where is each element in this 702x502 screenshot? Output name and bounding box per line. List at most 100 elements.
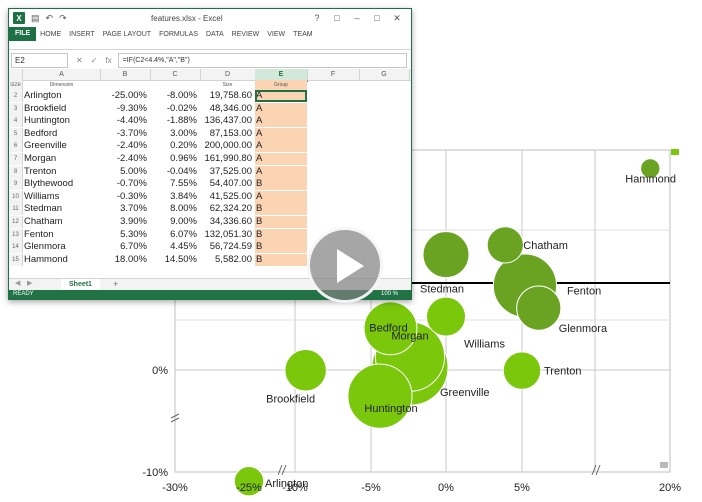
cell-d[interactable]: 200,000.00 bbox=[200, 140, 252, 152]
cell-b[interactable]: 3.90% bbox=[100, 216, 147, 228]
row-number[interactable]: size bbox=[9, 80, 23, 90]
cell-group[interactable]: B bbox=[255, 178, 307, 191]
cell-dimension[interactable]: Hammond bbox=[23, 254, 100, 266]
ribbon-tab-view[interactable]: VIEW bbox=[263, 31, 289, 38]
ribbon-tab-insert[interactable]: INSERT bbox=[65, 31, 99, 38]
cell-dimension[interactable]: Trenton bbox=[23, 166, 100, 178]
cell-d[interactable]: 37,525.00 bbox=[200, 166, 252, 178]
header-cell-e[interactable]: Group bbox=[255, 80, 307, 90]
cell-d[interactable]: 132,051.30 bbox=[200, 229, 252, 241]
row-number[interactable]: 10 bbox=[9, 190, 23, 203]
cell-dimension[interactable]: Stedman bbox=[23, 203, 100, 215]
header-cell-d[interactable]: Size bbox=[200, 80, 255, 90]
cell-b[interactable]: 6.70% bbox=[100, 241, 147, 253]
cell-d[interactable]: 62,324.20 bbox=[200, 203, 252, 215]
add-sheet-button[interactable]: + bbox=[113, 279, 118, 290]
cell-c[interactable]: 6.07% bbox=[150, 229, 197, 241]
cell-b[interactable]: -25.00% bbox=[100, 90, 147, 102]
cell-b[interactable]: -2.40% bbox=[100, 153, 147, 165]
column-header-b[interactable]: B bbox=[100, 69, 151, 80]
cell-b[interactable]: 3.70% bbox=[100, 203, 147, 215]
column-header-g[interactable]: G bbox=[359, 69, 410, 80]
ribbon-tab-home[interactable]: HOME bbox=[36, 31, 65, 38]
cell-group[interactable]: B bbox=[255, 203, 307, 216]
cell-b[interactable]: 5.30% bbox=[100, 229, 147, 241]
row-number[interactable]: 6 bbox=[9, 140, 23, 153]
minimize-icon[interactable]: – bbox=[347, 13, 367, 23]
cell-group[interactable]: A bbox=[255, 153, 307, 165]
cell-c[interactable]: 3.84% bbox=[150, 191, 197, 203]
cell-group[interactable]: B bbox=[255, 241, 307, 254]
row-number[interactable]: 8 bbox=[9, 165, 23, 178]
row-number[interactable]: 15 bbox=[9, 253, 23, 266]
cell-d[interactable]: 136,437.00 bbox=[200, 115, 252, 127]
ribbon-tab-page-layout[interactable]: PAGE LAYOUT bbox=[99, 31, 155, 38]
row-number[interactable]: 3 bbox=[9, 102, 23, 115]
cell-group[interactable]: A bbox=[255, 127, 307, 140]
formula-input[interactable]: =IF(C2<4.4%,"A","B") bbox=[117, 52, 407, 68]
cell-dimension[interactable]: Huntington bbox=[23, 115, 100, 127]
cell-c[interactable]: 0.96% bbox=[150, 153, 197, 165]
cell-d[interactable]: 41,525.00 bbox=[200, 191, 252, 203]
row-number[interactable]: 2 bbox=[9, 90, 23, 102]
enter-icon[interactable]: ✓ bbox=[91, 56, 98, 65]
row-number[interactable]: 11 bbox=[9, 203, 23, 216]
cell-dimension[interactable]: Fenton bbox=[23, 229, 100, 241]
cell-c[interactable]: -0.04% bbox=[150, 166, 197, 178]
cell-c[interactable]: -1.88% bbox=[150, 115, 197, 127]
cell-d[interactable]: 87,153.00 bbox=[200, 128, 252, 140]
cell-dimension[interactable]: Glenmora bbox=[23, 241, 100, 253]
cell-d[interactable]: 54,407.00 bbox=[200, 178, 252, 190]
chart-resize-grip[interactable] bbox=[660, 462, 668, 468]
cell-dimension[interactable]: Brookfield bbox=[23, 103, 100, 115]
cell-group[interactable]: A bbox=[255, 90, 307, 102]
cell-dimension[interactable]: Blythewood bbox=[23, 178, 100, 190]
cell-d[interactable]: 34,336.60 bbox=[200, 216, 252, 228]
cell-b[interactable]: 5.00% bbox=[100, 166, 147, 178]
cell-b[interactable]: -9.30% bbox=[100, 103, 147, 115]
cell-c[interactable]: 4.45% bbox=[150, 241, 197, 253]
cell-b[interactable]: -0.70% bbox=[100, 178, 147, 190]
cell-c[interactable]: 8.00% bbox=[150, 203, 197, 215]
maximize-icon[interactable]: □ bbox=[367, 13, 387, 23]
cell-c[interactable]: 3.00% bbox=[150, 128, 197, 140]
cell-group[interactable]: A bbox=[255, 115, 307, 128]
cell-group[interactable]: B bbox=[255, 253, 307, 266]
cell-d[interactable]: 161,990.80 bbox=[200, 153, 252, 165]
cell-d[interactable]: 19,758.60 bbox=[200, 90, 252, 102]
cell-dimension[interactable]: Morgan bbox=[23, 153, 100, 165]
cell-c[interactable]: 9.00% bbox=[150, 216, 197, 228]
row-number[interactable]: 14 bbox=[9, 241, 23, 254]
scroll-right-icon[interactable]: ▶ bbox=[27, 279, 32, 287]
cell-d[interactable]: 5,582.00 bbox=[200, 254, 252, 266]
cell-c[interactable]: -0.02% bbox=[150, 103, 197, 115]
cell-group[interactable]: A bbox=[255, 140, 307, 153]
cell-b[interactable]: -2.40% bbox=[100, 140, 147, 152]
cell-dimension[interactable]: Chatham bbox=[23, 216, 100, 228]
column-header-f[interactable]: F bbox=[307, 69, 360, 80]
cancel-icon[interactable]: ✕ bbox=[76, 56, 83, 65]
name-box[interactable]: E2 bbox=[11, 52, 68, 68]
cell-dimension[interactable]: Williams bbox=[23, 191, 100, 203]
close-icon[interactable]: ✕ bbox=[387, 13, 407, 24]
save-icon[interactable]: ▤ bbox=[31, 13, 40, 24]
cell-group[interactable]: A bbox=[255, 165, 307, 178]
cell-b[interactable]: -4.40% bbox=[100, 115, 147, 127]
zoom-level[interactable]: 100 % bbox=[381, 290, 398, 299]
ribbon-options-icon[interactable]: □ bbox=[327, 13, 347, 23]
ribbon-tab-file[interactable]: FILE bbox=[9, 27, 37, 41]
row-number[interactable]: 4 bbox=[9, 115, 23, 128]
cell-c[interactable]: -8.00% bbox=[150, 90, 197, 102]
row-number[interactable]: 5 bbox=[9, 127, 23, 140]
column-header-a[interactable]: A bbox=[23, 69, 101, 80]
play-button[interactable] bbox=[307, 227, 383, 303]
cell-d[interactable]: 48,346.00 bbox=[200, 103, 252, 115]
ribbon-tab-review[interactable]: REVIEW bbox=[228, 31, 264, 38]
row-number[interactable]: 12 bbox=[9, 216, 23, 228]
column-header-c[interactable]: C bbox=[150, 69, 201, 80]
cell-dimension[interactable]: Greenville bbox=[23, 140, 100, 152]
row-number[interactable]: 7 bbox=[9, 153, 23, 165]
cell-dimension[interactable]: Bedford bbox=[23, 128, 100, 140]
cell-c[interactable]: 7.55% bbox=[150, 178, 197, 190]
cell-b[interactable]: -0.30% bbox=[100, 191, 147, 203]
